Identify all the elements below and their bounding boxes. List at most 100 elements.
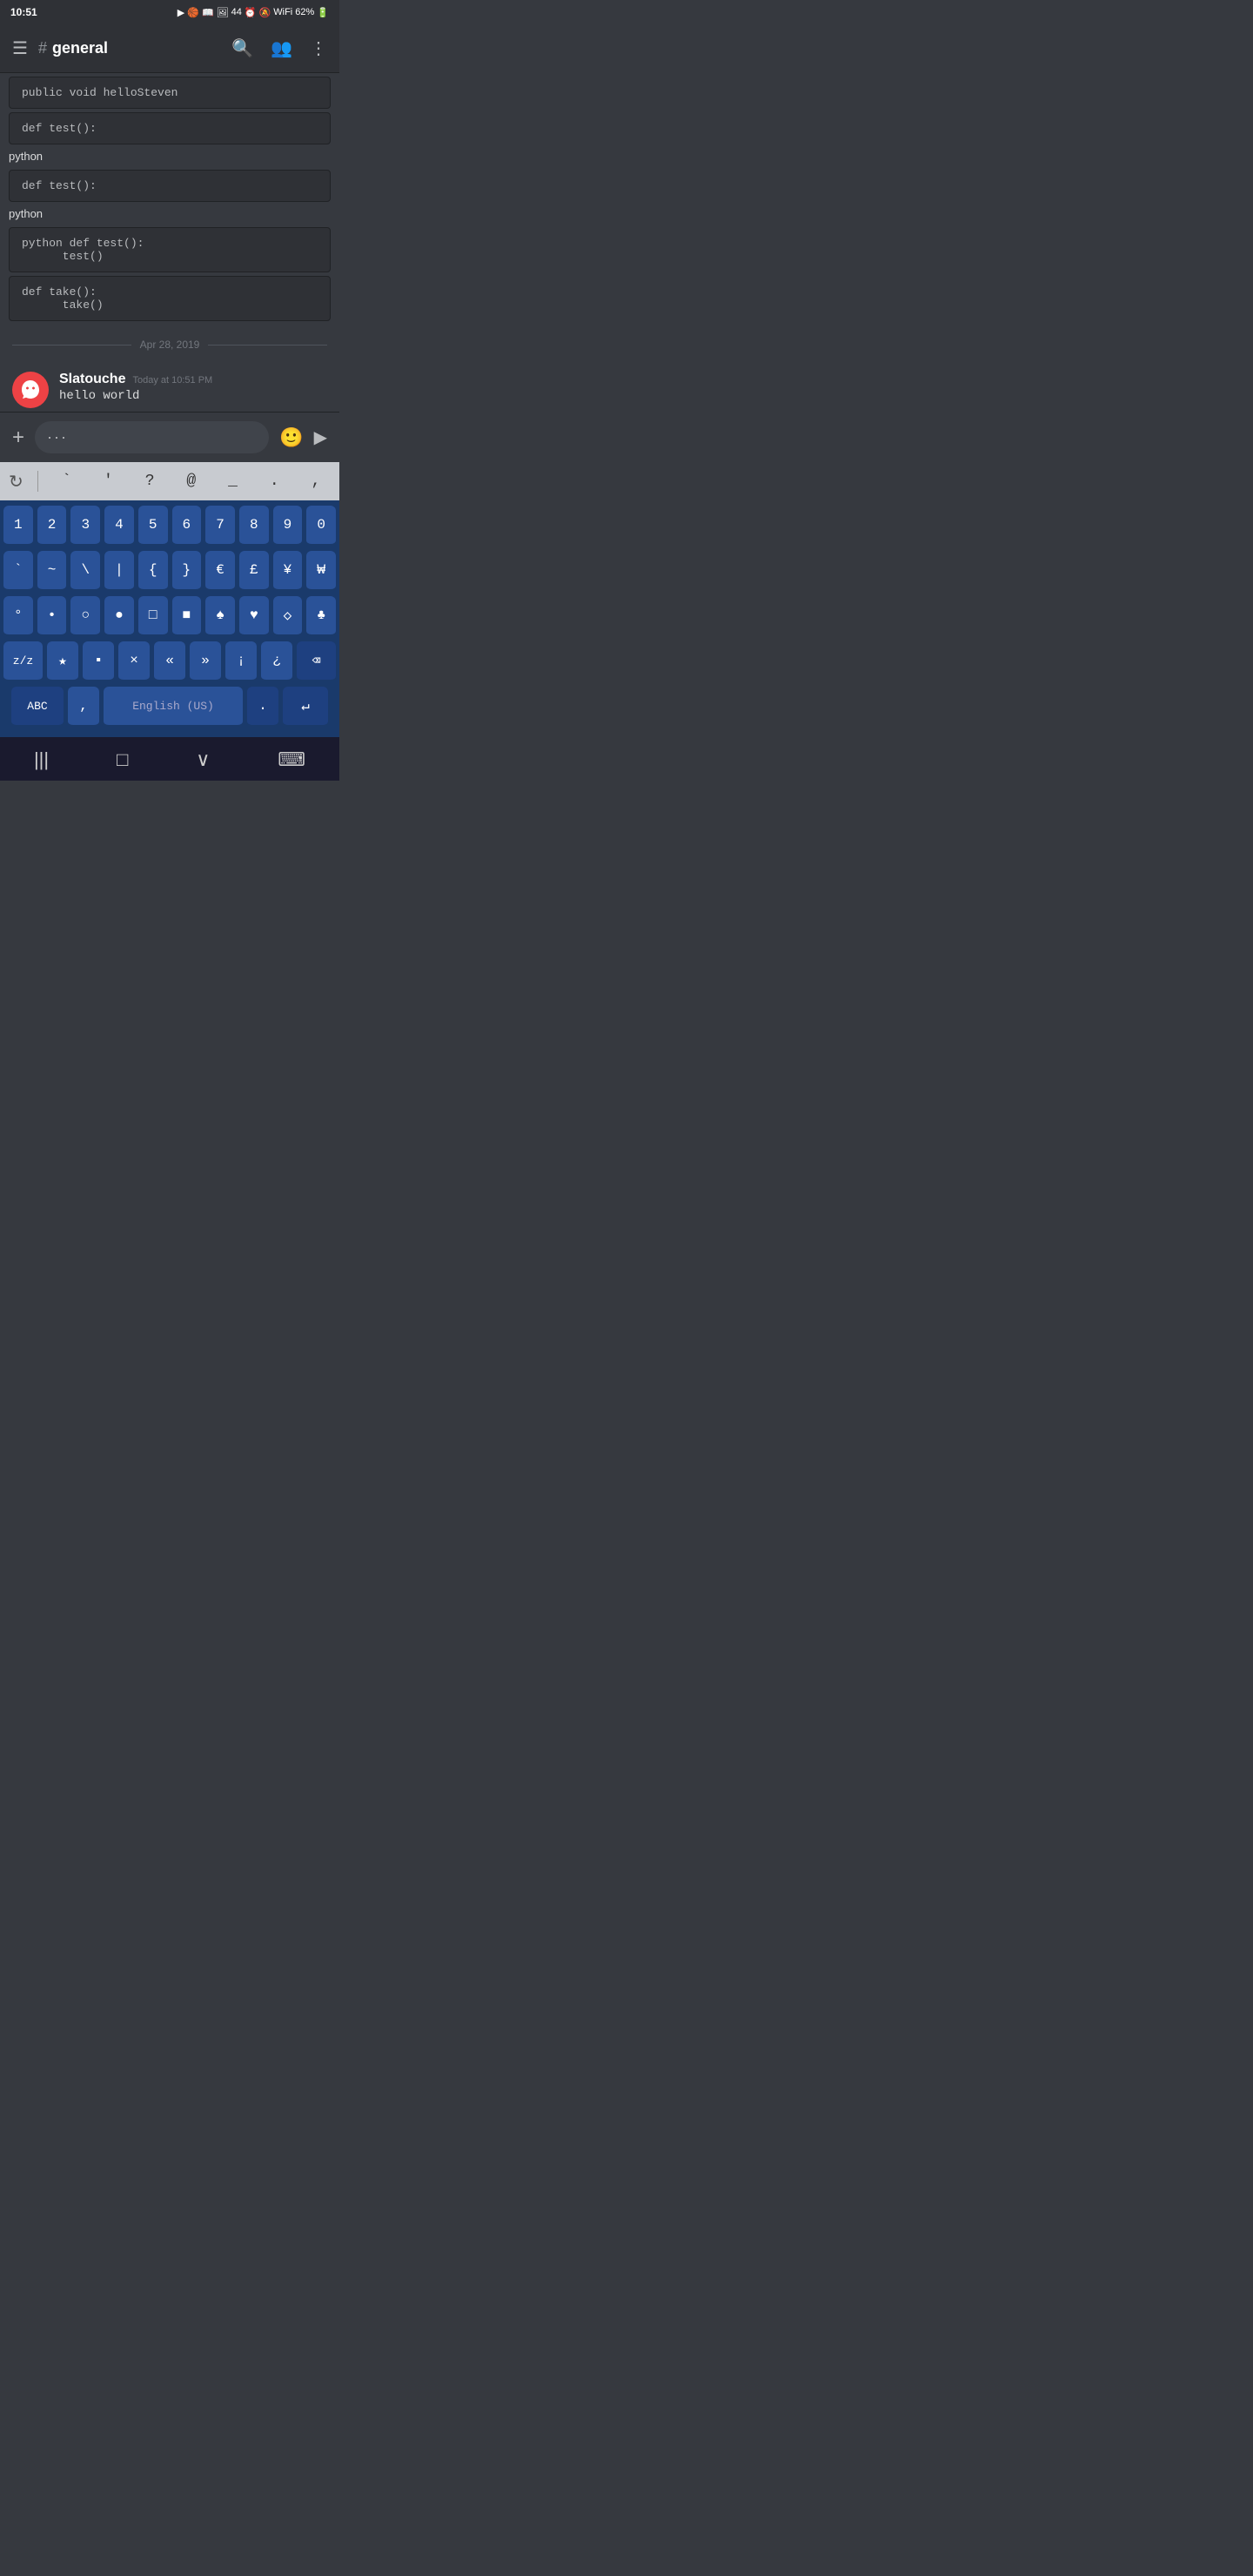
nav-home-icon[interactable]: □ (117, 748, 128, 771)
hamburger-menu-icon[interactable]: ☰ (12, 37, 28, 59)
toolbar-refresh-icon[interactable]: ↻ (9, 471, 23, 493)
key-comma2[interactable]: , (68, 687, 99, 727)
key-times[interactable]: × (118, 641, 150, 681)
key-euro[interactable]: € (205, 551, 235, 591)
key-1[interactable]: 1 (3, 506, 33, 546)
send-button[interactable]: ▶ (314, 426, 327, 448)
key-degree[interactable]: ° (3, 596, 33, 636)
key-square-open[interactable]: □ (138, 596, 168, 636)
keyboard-toolbar: ↻ ` ' ? @ _ . , (0, 462, 339, 500)
key-heart[interactable]: ♥ (239, 596, 269, 636)
key-2[interactable]: 2 (37, 506, 67, 546)
key-tilde[interactable]: ~ (37, 551, 67, 591)
date-label: Apr 28, 2019 (140, 339, 200, 351)
key-backtick[interactable]: ` (3, 551, 33, 591)
status-time: 10:51 (10, 6, 37, 18)
message-content: Slatouche Today at 10:51 PM hello world (59, 372, 327, 403)
key-spade[interactable]: ♠ (205, 596, 235, 636)
toolbar-divider (37, 471, 38, 492)
key-pound[interactable]: £ (239, 551, 269, 591)
emoji-button[interactable]: 🙂 (279, 426, 303, 449)
alarm-icon: ⏰ (245, 7, 257, 18)
lang-label-2: python (0, 205, 339, 224)
key-abc[interactable]: ABC (11, 687, 64, 727)
key-raquo[interactable]: » (190, 641, 221, 681)
key-0[interactable]: 0 (306, 506, 336, 546)
mute-icon: 🔕 (259, 7, 271, 18)
toolbar-key-question[interactable]: ? (145, 473, 155, 490)
more-options-icon[interactable]: ⋮ (310, 37, 327, 59)
key-diamond[interactable]: ◇ (273, 596, 303, 636)
toolbar-key-underscore[interactable]: _ (228, 473, 238, 490)
key-circle-filled[interactable]: ● (104, 596, 134, 636)
nav-recents-icon[interactable]: ∨ (196, 748, 210, 771)
status-icons: ▶ 🏀 📖 🖼 44 ⏰ 🔕 WiFi 62% 🔋 (178, 7, 329, 18)
key-yen[interactable]: ¥ (273, 551, 303, 591)
message-text: hello world (59, 389, 327, 403)
key-backslash[interactable]: \ (70, 551, 100, 591)
key-square-filled[interactable]: ■ (172, 596, 202, 636)
backspace-key[interactable]: ⌫ (297, 641, 336, 681)
key-4[interactable]: 4 (104, 506, 134, 546)
chat-area: public void helloSteven def test(): pyth… (0, 73, 339, 412)
keyboard-row-4: z/z ★ ▪ × « » ¡ ¿ ⌫ (3, 641, 336, 681)
key-3[interactable]: 3 (70, 506, 100, 546)
key-iexcl[interactable]: ¡ (225, 641, 257, 681)
message-input[interactable]: ··· (35, 421, 269, 453)
key-star[interactable]: ★ (47, 641, 78, 681)
key-5[interactable]: 5 (138, 506, 168, 546)
key-circle-open[interactable]: ○ (70, 596, 100, 636)
nav-back-icon[interactable]: ||| (34, 748, 49, 771)
toolbar-key-comma[interactable]: , (312, 473, 321, 490)
add-attachment-button[interactable]: + (12, 426, 24, 450)
key-small-square[interactable]: ▪ (83, 641, 114, 681)
youtube-icon: ▶ (178, 7, 184, 18)
book-icon: 📖 (202, 7, 214, 18)
search-icon[interactable]: 🔍 (231, 37, 253, 59)
toolbar-key-period[interactable]: . (270, 473, 279, 490)
toolbar-special-keys: ` ' ? @ _ . , (52, 473, 331, 490)
message-header: Slatouche Today at 10:51 PM (59, 372, 327, 387)
key-zz[interactable]: z/z (3, 641, 43, 681)
key-lbrace[interactable]: { (138, 551, 168, 591)
nav-bar: ||| □ ∨ ⌨ (0, 737, 339, 781)
key-6[interactable]: 6 (172, 506, 202, 546)
key-bullet[interactable]: • (37, 596, 67, 636)
status-bar: 10:51 ▶ 🏀 📖 🖼 44 ⏰ 🔕 WiFi 62% 🔋 (0, 0, 339, 24)
key-8[interactable]: 8 (239, 506, 269, 546)
nav-keyboard-icon[interactable]: ⌨ (278, 748, 305, 771)
battery-level: 62% (295, 7, 314, 17)
key-enter[interactable]: ↵ (283, 687, 328, 727)
hash-symbol: # (38, 39, 47, 57)
key-period2[interactable]: . (247, 687, 278, 727)
key-laquo[interactable]: « (154, 641, 185, 681)
message-item: Slatouche Today at 10:51 PM hello world (0, 365, 339, 412)
key-won[interactable]: ₩ (306, 551, 336, 591)
key-7[interactable]: 7 (205, 506, 235, 546)
keyboard: 1 2 3 4 5 6 7 8 9 0 ` ~ \ | { } € £ ¥ ₩ … (0, 500, 339, 737)
toolbar-key-backtick[interactable]: ` (62, 473, 71, 490)
members-icon[interactable]: 👥 (271, 37, 292, 59)
toolbar-key-at[interactable]: @ (186, 473, 196, 490)
message-time: Today at 10:51 PM (132, 375, 212, 386)
date-separator: Apr 28, 2019 (0, 325, 339, 365)
input-placeholder: ··· (47, 428, 68, 446)
avatar (12, 372, 49, 408)
channel-title: # general (38, 39, 231, 57)
key-9[interactable]: 9 (273, 506, 303, 546)
keyboard-row-1: 1 2 3 4 5 6 7 8 9 0 (3, 506, 336, 546)
key-space[interactable]: English (US) (104, 687, 243, 727)
code-block-3: def test(): (9, 170, 331, 202)
key-rbrace[interactable]: } (172, 551, 202, 591)
key-iquestion[interactable]: ¿ (261, 641, 292, 681)
key-club[interactable]: ♣ (306, 596, 336, 636)
key-pipe[interactable]: | (104, 551, 134, 591)
toolbar-key-apostrophe[interactable]: ' (104, 473, 113, 490)
keyboard-row-5: ABC , English (US) . ↵ (3, 687, 336, 727)
lang-label-1: python (0, 148, 339, 166)
message-author: Slatouche (59, 372, 125, 387)
nba-icon: 🏀 (187, 7, 199, 18)
channel-name: general (52, 39, 108, 57)
image-icon: 🖼 (217, 7, 229, 18)
header-actions: 🔍 👥 ⋮ (231, 37, 327, 59)
